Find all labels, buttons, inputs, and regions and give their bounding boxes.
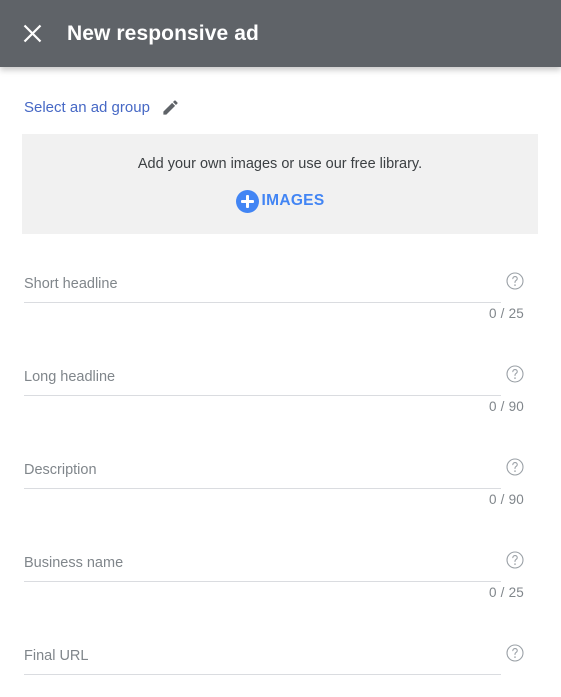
long-headline-input[interactable] — [24, 366, 501, 396]
field-long-headline: 0 / 90 — [0, 357, 561, 450]
plus-circle-icon — [235, 189, 259, 213]
field-row — [24, 364, 525, 398]
field-row — [24, 643, 525, 677]
add-images-button[interactable]: IMAGES — [235, 189, 325, 213]
description-input[interactable] — [24, 459, 501, 489]
help-circle-icon[interactable] — [505, 271, 525, 291]
images-panel-caption: Add your own images or use our free libr… — [137, 155, 423, 172]
pencil-icon[interactable] — [161, 98, 180, 117]
new-responsive-ad-dialog: New responsive ad Select an ad group Add… — [0, 0, 561, 697]
field-short-headline: 0 / 25 — [0, 264, 561, 357]
field-description: 0 / 90 — [0, 450, 561, 543]
help-circle-icon[interactable] — [505, 550, 525, 570]
dialog-body: Select an ad group Add your own images o… — [0, 67, 561, 697]
business-name-input[interactable] — [24, 552, 501, 582]
field-row — [24, 457, 525, 491]
description-counter: 0 / 90 — [489, 492, 524, 507]
help-circle-icon[interactable] — [505, 364, 525, 384]
business-name-counter: 0 / 25 — [489, 585, 524, 600]
help-circle-icon[interactable] — [505, 457, 525, 477]
images-panel: Add your own images or use our free libr… — [22, 134, 538, 234]
close-icon[interactable] — [13, 15, 51, 53]
ad-fields-list: 0 / 25 0 / 90 — [0, 264, 561, 697]
dialog-header: New responsive ad — [0, 0, 561, 67]
select-ad-group-button[interactable]: Select an ad group — [24, 98, 180, 117]
add-images-label: IMAGES — [261, 192, 325, 209]
select-ad-group-label: Select an ad group — [24, 99, 150, 116]
page-title: New responsive ad — [67, 21, 259, 45]
field-row — [24, 550, 525, 584]
short-headline-input[interactable] — [24, 273, 501, 303]
short-headline-counter: 0 / 25 — [489, 306, 524, 321]
field-business-name: 0 / 25 — [0, 543, 561, 636]
help-circle-icon[interactable] — [505, 643, 525, 663]
long-headline-counter: 0 / 90 — [489, 399, 524, 414]
field-final-url — [0, 636, 561, 697]
final-url-input[interactable] — [24, 645, 501, 675]
field-row — [24, 271, 525, 305]
